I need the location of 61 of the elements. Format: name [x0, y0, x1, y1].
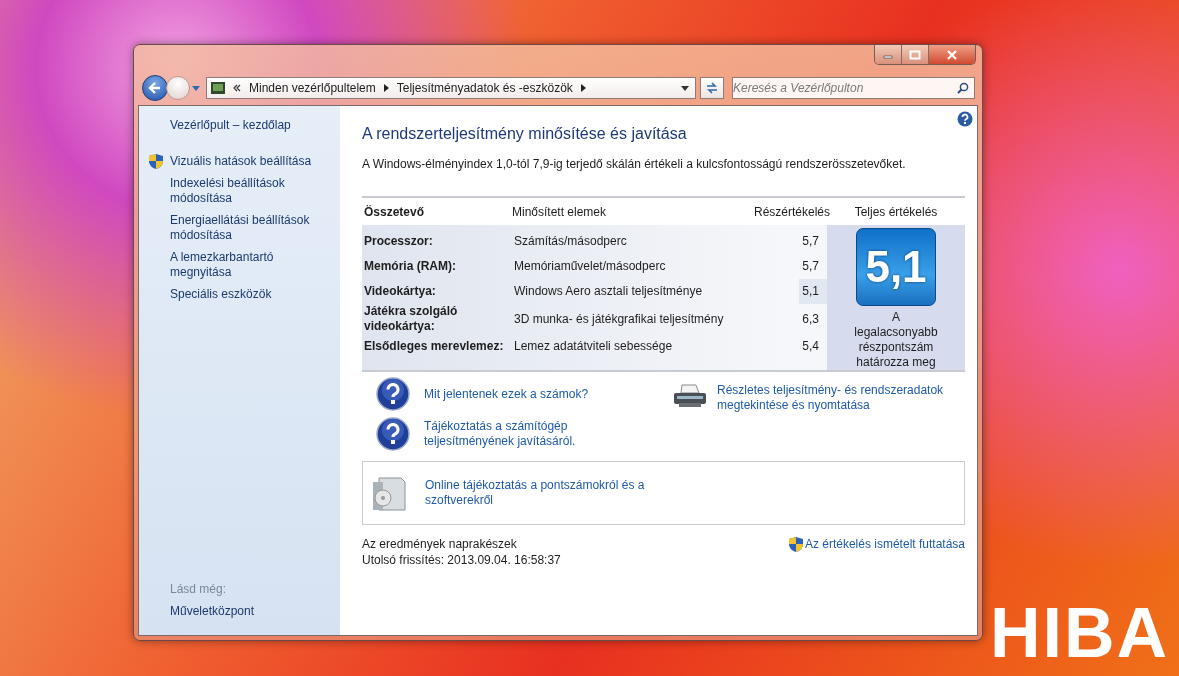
table-cell-text: 5,4	[801, 338, 820, 355]
table-cell-text: Számítás/másodperc	[513, 234, 628, 249]
arrow-left-icon	[148, 81, 162, 95]
printer-icon	[673, 383, 707, 409]
wallpaper-logo-text: HIBA	[990, 598, 1170, 668]
sidebar-link[interactable]: Energiaellátási beállítások módosítása	[170, 213, 320, 243]
help-link[interactable]: Tájékoztatás a számítógép teljesítményének javításáról.	[424, 419, 594, 449]
maximize-icon	[909, 49, 921, 60]
base-score-caption: A legalacsonyabb részpontszám határozza meg	[853, 310, 939, 370]
table-cell-text: 5,7	[801, 233, 820, 250]
search-icon	[957, 82, 969, 94]
online-info-link[interactable]: Online tájékoztatás a pontszámokról és a szoftverekről	[425, 478, 665, 508]
close-button[interactable]	[929, 45, 975, 64]
table-cell-text: Elsődleges merevlemez:	[363, 339, 505, 354]
table-cell-text: Memória (RAM):	[363, 259, 457, 274]
breadcrumb-item[interactable]: Minden vezérlőpultelem	[249, 81, 376, 95]
table-cell-text: Játékra szolgáló videokártya:	[363, 304, 459, 334]
minimize-button[interactable]	[875, 45, 902, 64]
sidebar-link[interactable]: Vezérlőpult – kezdőlap	[170, 118, 320, 133]
sidebar-link[interactable]: Speciális eszközök	[170, 287, 320, 302]
table-cell-text: Windows Aero asztali teljesítménye	[513, 284, 704, 299]
refresh-icon	[705, 81, 719, 95]
status-text: Az eredmények naprakészek	[362, 537, 518, 551]
page-title: A rendszerteljesítmény minősítése és javítása	[362, 125, 688, 143]
maximize-button[interactable]	[902, 45, 929, 64]
breadcrumb-arrow-icon[interactable]	[580, 84, 586, 92]
help-icon[interactable]	[957, 111, 973, 127]
help-question-icon	[376, 417, 410, 451]
see-also-label: Lásd még:	[170, 582, 228, 596]
address-bar[interactable]: Minden vezérlőpultelem Teljesítményadatok és -eszközök	[206, 77, 696, 99]
table-cell-text: Lemez adatátviteli sebessége	[513, 339, 674, 354]
close-icon	[946, 49, 958, 60]
sidebar-link[interactable]: Vizuális hatások beállítása	[170, 154, 320, 169]
last-update-text: Utolsó frissítés: 2013.09.04. 16:58:37	[362, 553, 561, 567]
table-cell: 5,1	[799, 279, 827, 304]
help-link[interactable]: Mit jelentenek ezek a számok?	[424, 386, 594, 402]
breadcrumb-item[interactable]: Teljesítményadatok és -eszközök	[396, 81, 573, 95]
refresh-button[interactable]	[700, 77, 724, 99]
table-cell-text: 6,3	[801, 310, 820, 328]
control-panel-icon	[211, 82, 225, 94]
rerun-assessment-link[interactable]: Az értékelés ismételt futtatása	[804, 537, 965, 552]
sidebar-link[interactable]: Műveletközpont	[170, 604, 320, 619]
search-field[interactable]: Keresés a Vezérlőpulton	[732, 77, 975, 99]
dropdown-arrow-icon[interactable]	[681, 85, 689, 91]
column-header: Minősített elemek	[512, 204, 608, 219]
back-button[interactable]	[142, 75, 168, 101]
sidebar-link[interactable]: Indexelési beállítások módosítása	[170, 176, 320, 206]
column-header: Összetevő	[363, 204, 426, 219]
base-score-tile: 5,1	[856, 228, 936, 306]
sidebar-link[interactable]: A lemezkarbantartó megnyitása	[170, 250, 320, 280]
detailed-info-link[interactable]: Részletes teljesítmény- és rendszeradatok megtekintése és nyomtatása	[717, 383, 965, 413]
table-cell-text: Processzor:	[363, 234, 434, 249]
description-text: A Windows-élményindex 1,0-tól 7,9-ig terjedő skálán értékeli a kulcsfontosságú rendszerösszetevőket.	[362, 157, 907, 171]
table-cell-text: Videokártya:	[363, 284, 437, 299]
table-cell-text: 3D munka- és játékgrafikai teljesítmény	[513, 311, 725, 327]
breadcrumb-arrow-icon[interactable]	[383, 84, 389, 92]
table-cell-text: Memóriaművelet/másodperc	[513, 259, 667, 274]
table-cell-text: 5,7	[801, 258, 820, 275]
help-question-icon	[376, 377, 410, 411]
double-chevron-icon[interactable]	[233, 84, 241, 92]
shield-icon	[788, 537, 803, 552]
